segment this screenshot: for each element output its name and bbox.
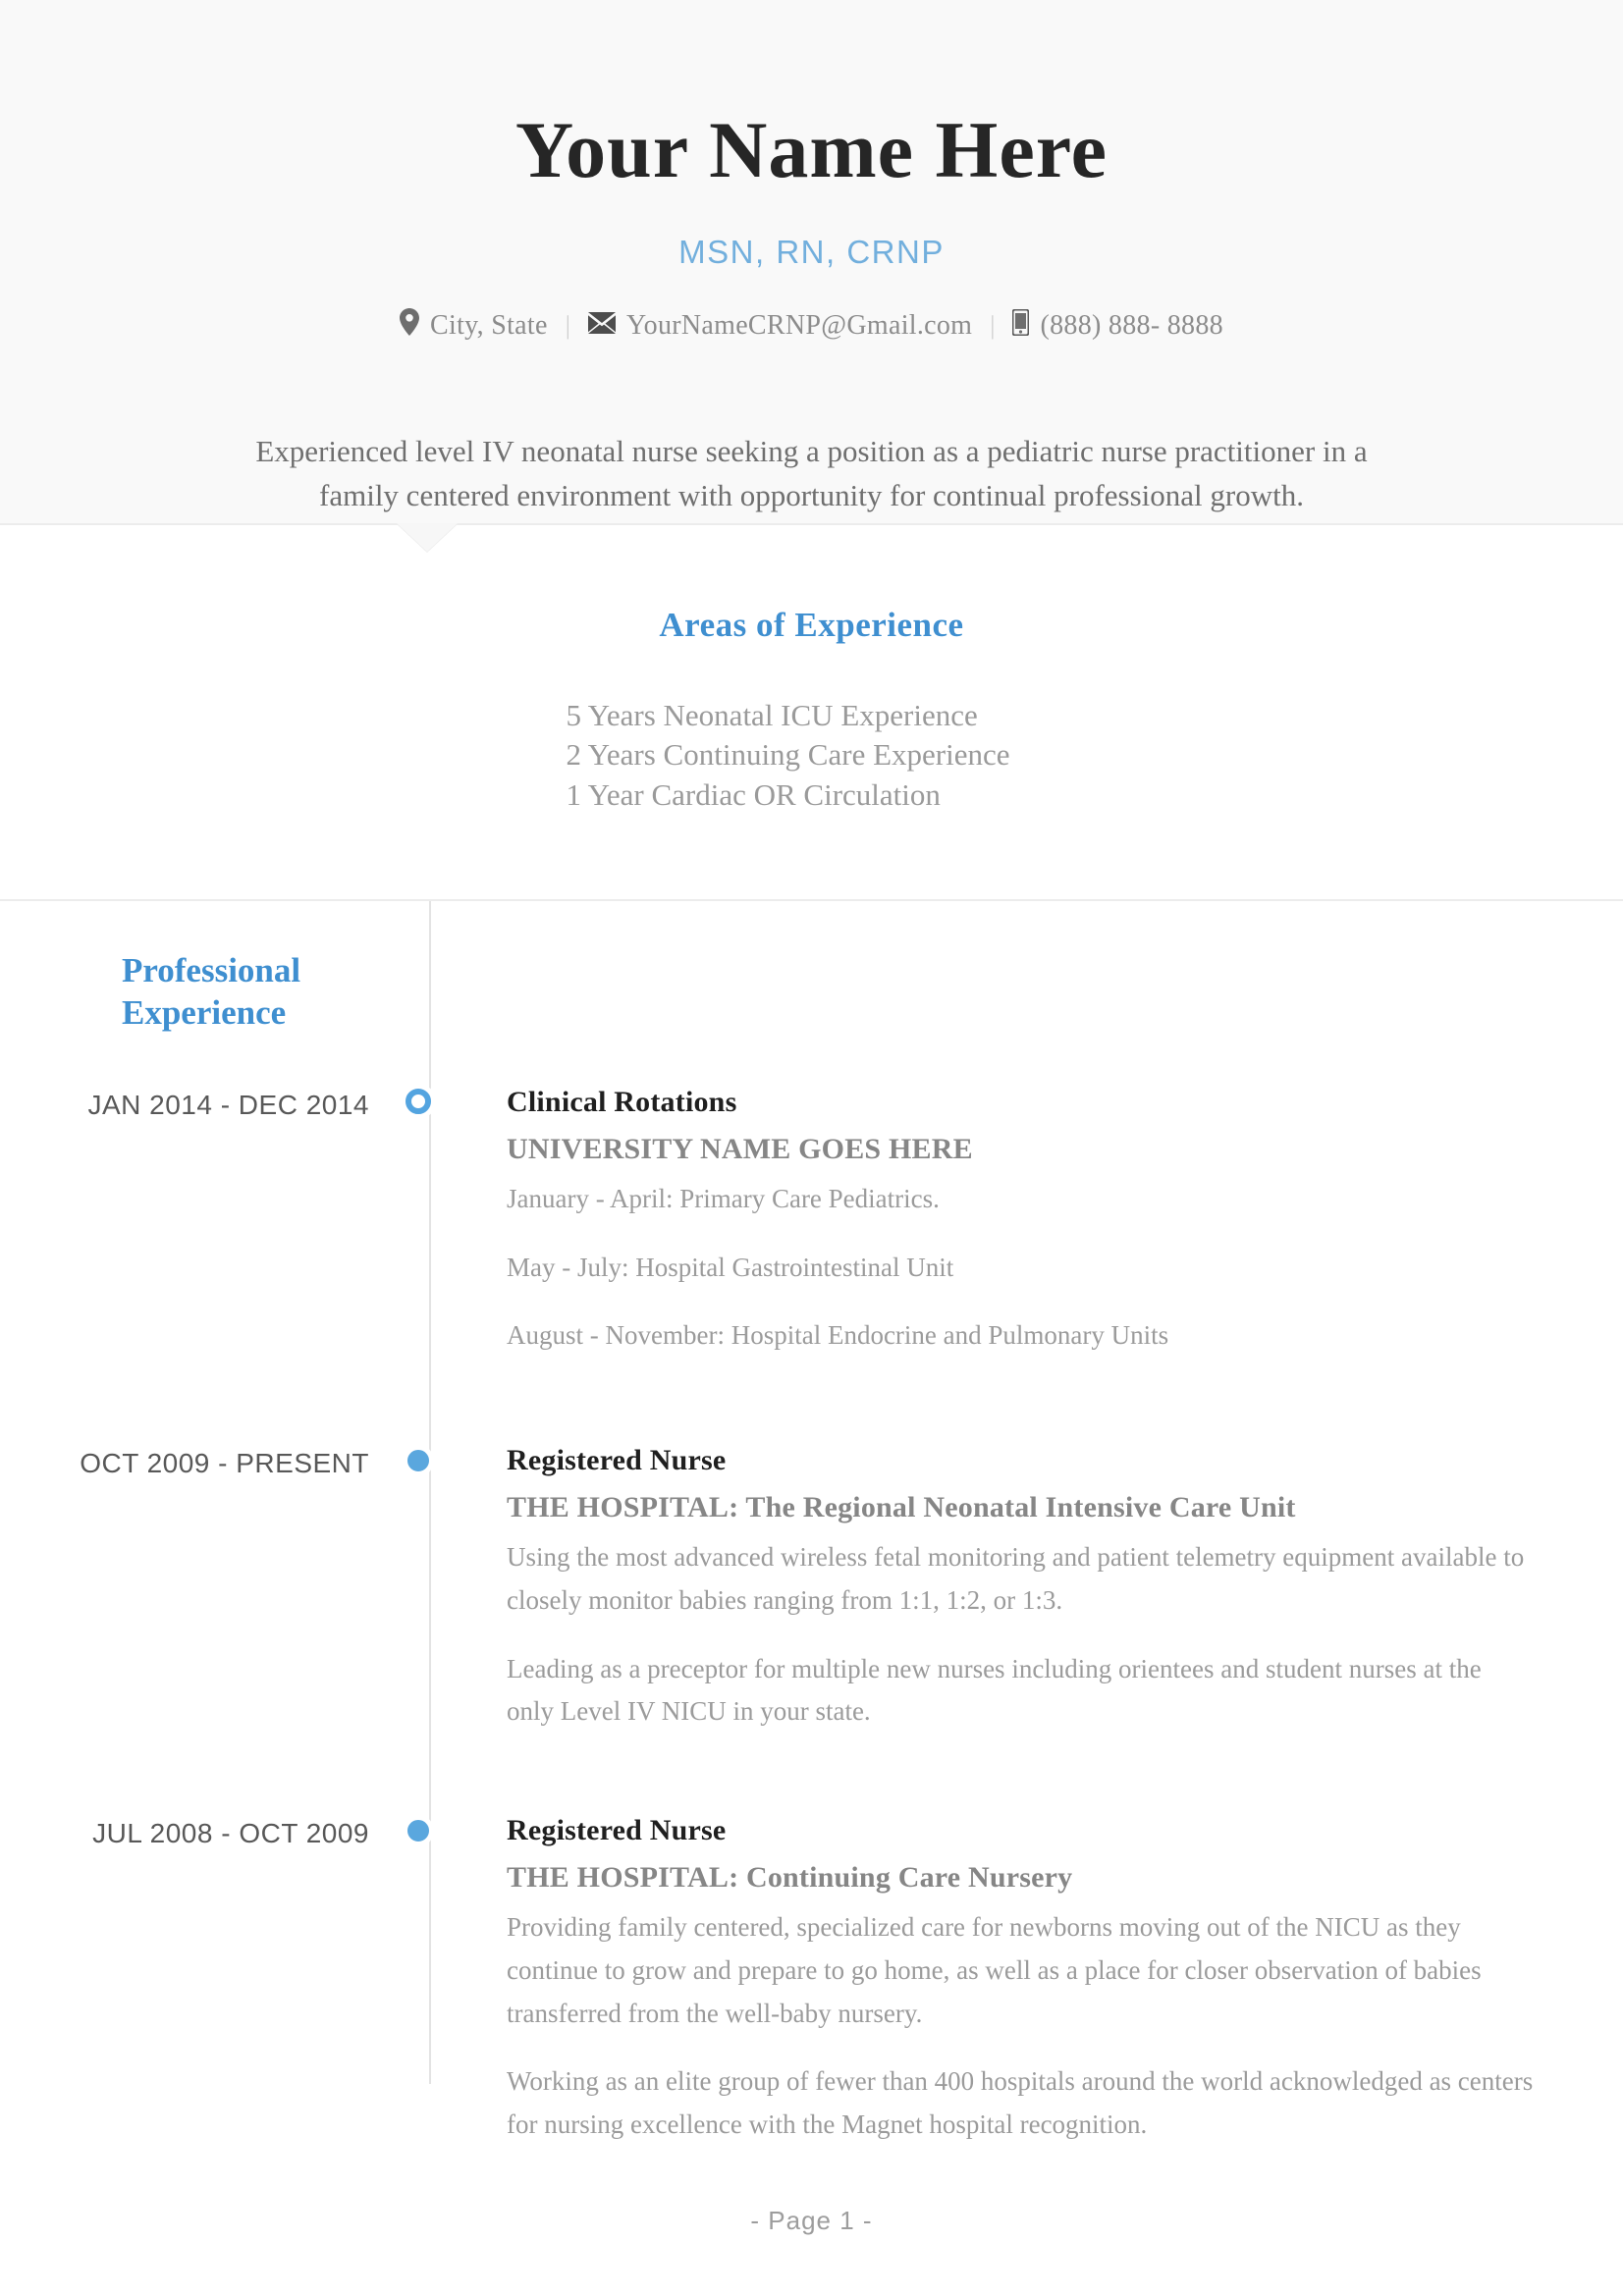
header-notch-triangle (397, 523, 458, 552)
contact-email-text[interactable]: YourNameCRNP@Gmail.com (626, 310, 972, 342)
entry-bullet: Providing family centered, specialized c… (507, 1912, 1482, 2028)
entry-body: Clinical Rotations UNIVERSITY NAME GOES … (469, 1086, 1623, 1358)
contact-phone: (888) 888- 8888 (1011, 308, 1223, 344)
timeline-marker-cell (391, 1086, 469, 1358)
timeline-marker-filled-icon (407, 1820, 429, 1842)
entry-body: Registered Nurse THE HOSPITAL: Continuin… (469, 1814, 1623, 2147)
professional-summary: Experienced level IV neonatal nurse seek… (255, 434, 1368, 513)
timeline-marker-cell (391, 1444, 469, 1734)
entry-date-range: JAN 2014 - DEC 2014 (87, 1089, 369, 1120)
mobile-phone-icon (1011, 308, 1030, 344)
areas-of-experience-title: Areas of Experience (659, 606, 964, 644)
areas-of-experience-list: 5 Years Neonatal ICU Experience 2 Years … (567, 696, 1057, 815)
section-title-professional-experience: Professional Experience (122, 950, 397, 1034)
page-title: Your Name Here (514, 105, 1109, 194)
contact-row: City, State | YourNameCRNP@Gmail.com | (… (0, 308, 1623, 344)
contact-separator-1: | (565, 311, 570, 341)
contact-location: City, State (400, 308, 548, 344)
entry-bullet: May - July: Hospital Gastrointestinal Un… (507, 1252, 954, 1282)
contact-location-text: City, State (430, 310, 548, 342)
section-title-line-1: Professional (122, 950, 301, 989)
contact-phone-text: (888) 888- 8888 (1040, 310, 1223, 342)
areas-of-experience-section: Areas of Experience 5 Years Neonatal ICU… (0, 525, 1623, 901)
list-item: 1 Year Cardiac OR Circulation (566, 776, 941, 812)
entry-bullet: August - November: Hospital Endocrine an… (507, 1320, 1169, 1351)
contact-separator-2: | (990, 311, 996, 341)
timeline-marker-cell (391, 1814, 469, 2147)
timeline-marker-hollow-icon (406, 1088, 431, 1114)
entry-role-title: Registered Nurse (507, 1814, 727, 1847)
entry-body: Registered Nurse THE HOSPITAL: The Regio… (469, 1444, 1623, 1734)
timeline-entry: JAN 2014 - DEC 2014 Clinical Rotations U… (0, 1086, 1623, 1358)
contact-email: YourNameCRNP@Gmail.com (587, 310, 972, 342)
entry-date-range: JUL 2008 - OCT 2009 (92, 1818, 369, 1849)
entry-organization: THE HOSPITAL: The Regional Neonatal Inte… (507, 1491, 1296, 1524)
map-pin-icon (400, 308, 420, 344)
page-footer: - Page 1 - (750, 2205, 873, 2235)
section-title-line-2: Experience (122, 992, 287, 1032)
list-item: 5 Years Neonatal ICU Experience (566, 698, 978, 732)
timeline-entries: JAN 2014 - DEC 2014 Clinical Rotations U… (0, 1086, 1623, 2147)
entry-organization: UNIVERSITY NAME GOES HERE (507, 1132, 973, 1165)
entry-bullet: January - April: Primary Care Pediatrics… (507, 1183, 940, 1213)
resume-header: Your Name Here MSN, RN, CRNP City, State… (0, 0, 1623, 552)
entry-role-title: Clinical Rotations (507, 1085, 737, 1118)
envelope-icon (587, 310, 616, 342)
timeline-entry: JUL 2008 - OCT 2009 Registered Nurse THE… (0, 1814, 1623, 2147)
list-item: 2 Years Continuing Care Experience (566, 737, 1010, 773)
entry-bullet: Leading as a preceptor for multiple new … (507, 1653, 1482, 1727)
professional-experience-section: Professional Experience JAN 2014 - DEC 2… (0, 900, 1623, 2236)
credentials-subtitle: MSN, RN, CRNP (678, 234, 945, 271)
entry-date-range: OCT 2009 - PRESENT (80, 1448, 369, 1479)
entry-bullet: Using the most advanced wireless fetal m… (507, 1542, 1525, 1615)
entry-organization: THE HOSPITAL: Continuing Care Nursery (507, 1861, 1073, 1895)
entry-role-title: Registered Nurse (507, 1444, 727, 1477)
resume-page: Your Name Here MSN, RN, CRNP City, State… (0, 0, 1623, 2296)
timeline-entry: OCT 2009 - PRESENT Registered Nurse THE … (0, 1444, 1623, 1734)
timeline-marker-filled-icon (407, 1450, 429, 1472)
entry-bullet: Working as an elite group of fewer than … (507, 2066, 1534, 2139)
